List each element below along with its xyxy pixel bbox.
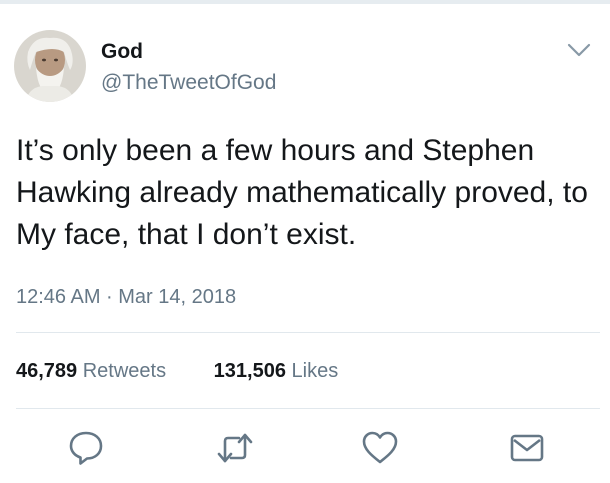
top-divider [0, 0, 610, 4]
likes-stat[interactable]: 131,506 Likes [214, 360, 339, 383]
author-name[interactable]: God [101, 40, 143, 64]
likes-label: Likes [291, 360, 339, 382]
avatar[interactable] [14, 30, 86, 102]
author-handle[interactable]: @TheTweetOfGod [101, 71, 276, 95]
chevron-down-icon[interactable] [566, 40, 592, 60]
divider [16, 332, 600, 333]
tweet-timestamp[interactable]: 12:46 AM · Mar 14, 2018 [16, 286, 236, 309]
retweets-count: 46,789 [16, 360, 78, 382]
retweets-stat[interactable]: 46,789 Retweets [16, 360, 166, 383]
retweets-label: Retweets [82, 360, 167, 382]
envelope-icon[interactable] [507, 428, 547, 468]
likes-count: 131,506 [213, 360, 286, 382]
action-bar [0, 428, 610, 468]
reply-icon[interactable] [66, 428, 106, 468]
heart-icon[interactable] [360, 428, 400, 468]
retweet-icon[interactable] [215, 428, 255, 468]
tweet-stats: 46,789 Retweets 131,506 Likes [16, 360, 338, 383]
tweet-text: It’s only been a few hours and Stephen H… [16, 134, 588, 251]
divider [16, 408, 600, 409]
